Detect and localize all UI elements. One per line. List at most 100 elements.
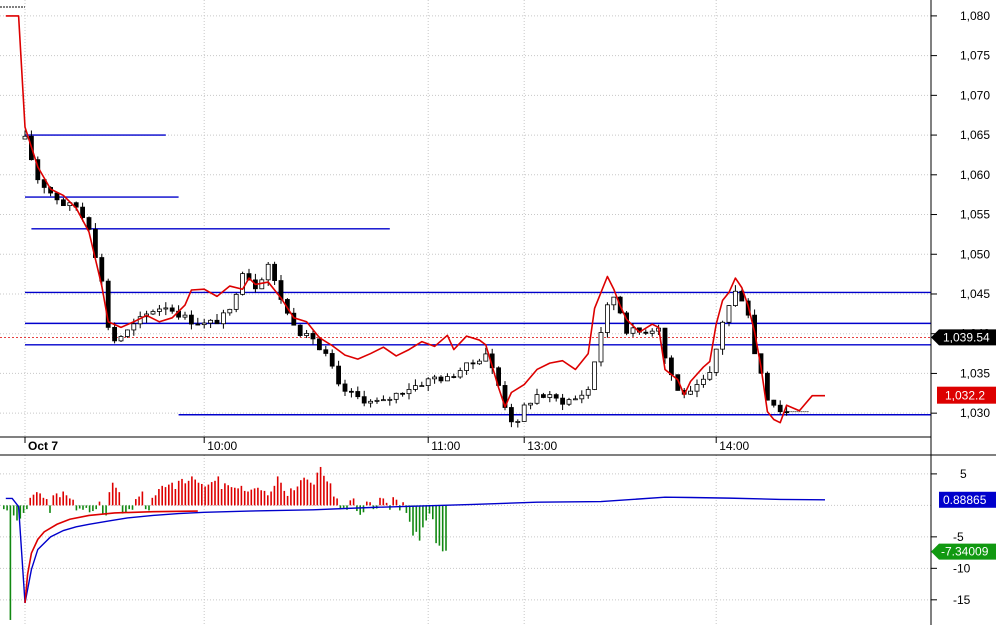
candle-body [713, 348, 719, 373]
trading-chart: 1,0301,0351,0401,0451,0501,0551,0601,065… [0, 0, 996, 625]
candle-body [368, 400, 374, 404]
candle-body [630, 327, 636, 334]
histogram-bar [207, 484, 210, 506]
candle-body [611, 296, 617, 306]
histogram-bar [412, 505, 414, 536]
candle-body [118, 336, 124, 342]
candle-body [380, 399, 386, 402]
histogram-bar [98, 501, 101, 506]
candle-body [227, 308, 233, 314]
histogram-bar [9, 505, 12, 620]
candle-body [323, 349, 329, 354]
histogram-bar [445, 505, 447, 551]
oscillator-signal-layer [5, 496, 826, 604]
histogram-bar [369, 502, 371, 506]
histogram-bar [276, 476, 279, 506]
oscillator-histogram [3, 466, 447, 620]
histogram-bar [217, 476, 220, 506]
histogram-bar [161, 485, 163, 506]
price-tick-label: 1,070 [960, 88, 990, 102]
oscillator-tick-label: -5 [953, 530, 964, 544]
histogram-bar [115, 487, 117, 506]
candle-body [304, 333, 310, 336]
histogram-bar [402, 502, 404, 506]
price-tick-label: 1,065 [960, 128, 990, 142]
candle-body [150, 311, 156, 315]
oscillator-tick-label: -15 [953, 593, 971, 607]
oscillator-panel-grid [0, 455, 931, 625]
histogram-bar [326, 481, 328, 506]
moving-average-badge: 1,032.2 [937, 386, 996, 404]
histogram-bar [78, 505, 81, 509]
histogram-bar [45, 499, 48, 506]
histogram-bar [352, 498, 355, 506]
histogram-bar [313, 484, 315, 506]
candle-body [406, 389, 412, 395]
histogram-bar [65, 495, 68, 506]
oscillator-tick-label: 5 [960, 467, 967, 481]
candle-body [765, 372, 770, 401]
candle-body [182, 314, 188, 318]
time-axis: Oct 7 10:00 11:00 13:00 14:00 [24, 437, 750, 453]
price-axis-ticks: 1,0301,0351,0401,0451,0501,0551,0601,065… [931, 9, 990, 420]
histogram-bar [49, 505, 51, 513]
candle-body [662, 327, 668, 359]
histogram-bar [283, 490, 286, 506]
histogram-bar [102, 505, 104, 515]
histogram-bar [250, 489, 253, 506]
histogram-bar [224, 483, 226, 506]
histogram-bar [296, 486, 299, 506]
candle-body [444, 376, 450, 382]
candle-body [566, 399, 572, 405]
candle-body [534, 394, 540, 404]
histogram-bar [323, 475, 325, 506]
candle-body [669, 357, 674, 376]
histogram-bar [194, 479, 196, 506]
candle-body [419, 385, 425, 387]
histogram-bar [16, 505, 18, 521]
price-tick-label: 1,035 [960, 366, 990, 380]
histogram-bar [151, 497, 154, 506]
histogram-bar [366, 501, 368, 506]
histogram-bar [164, 487, 167, 506]
histogram-value-badge: -7.34009 [931, 543, 996, 560]
candle-body [598, 332, 604, 363]
histogram-bar [395, 499, 398, 506]
candle-body [464, 362, 470, 371]
candle-body [777, 404, 783, 413]
moving-average-layer [5, 15, 825, 424]
histogram-bar [309, 482, 312, 506]
histogram-bar [362, 505, 365, 513]
histogram-bar [29, 497, 31, 506]
candle-body [547, 394, 553, 398]
histogram-bar [59, 497, 61, 506]
time-label: 11:00 [431, 439, 460, 453]
candle-body [86, 217, 92, 230]
candle-body [457, 370, 463, 378]
histogram-bar [303, 477, 305, 506]
histogram-bar [55, 493, 58, 506]
time-label: 13:00 [527, 439, 557, 453]
price-tick-label: 1,055 [960, 208, 990, 222]
histogram-bar [95, 505, 97, 510]
histogram-bar [336, 498, 338, 506]
histogram-bar [253, 488, 256, 506]
histogram-bar [32, 494, 35, 506]
last-price-badge: 1,039.54 [931, 329, 996, 346]
candle-body [432, 376, 438, 380]
candle-body [720, 321, 725, 350]
last-price-value: 1,039.54 [943, 330, 990, 344]
histogram-bar [187, 480, 190, 506]
histogram-bar [432, 505, 434, 520]
candle-body [374, 399, 380, 402]
price-tick-label: 1,050 [960, 247, 990, 261]
candle-body [508, 407, 514, 423]
price-tick-label: 1,075 [960, 49, 990, 63]
histogram-bar [75, 505, 78, 511]
histogram-bar [280, 482, 282, 506]
histogram-bar [342, 505, 345, 508]
histogram-bar [52, 495, 55, 506]
histogram-bar [260, 490, 262, 506]
candle-body [240, 273, 246, 295]
histogram-bar [171, 482, 173, 506]
